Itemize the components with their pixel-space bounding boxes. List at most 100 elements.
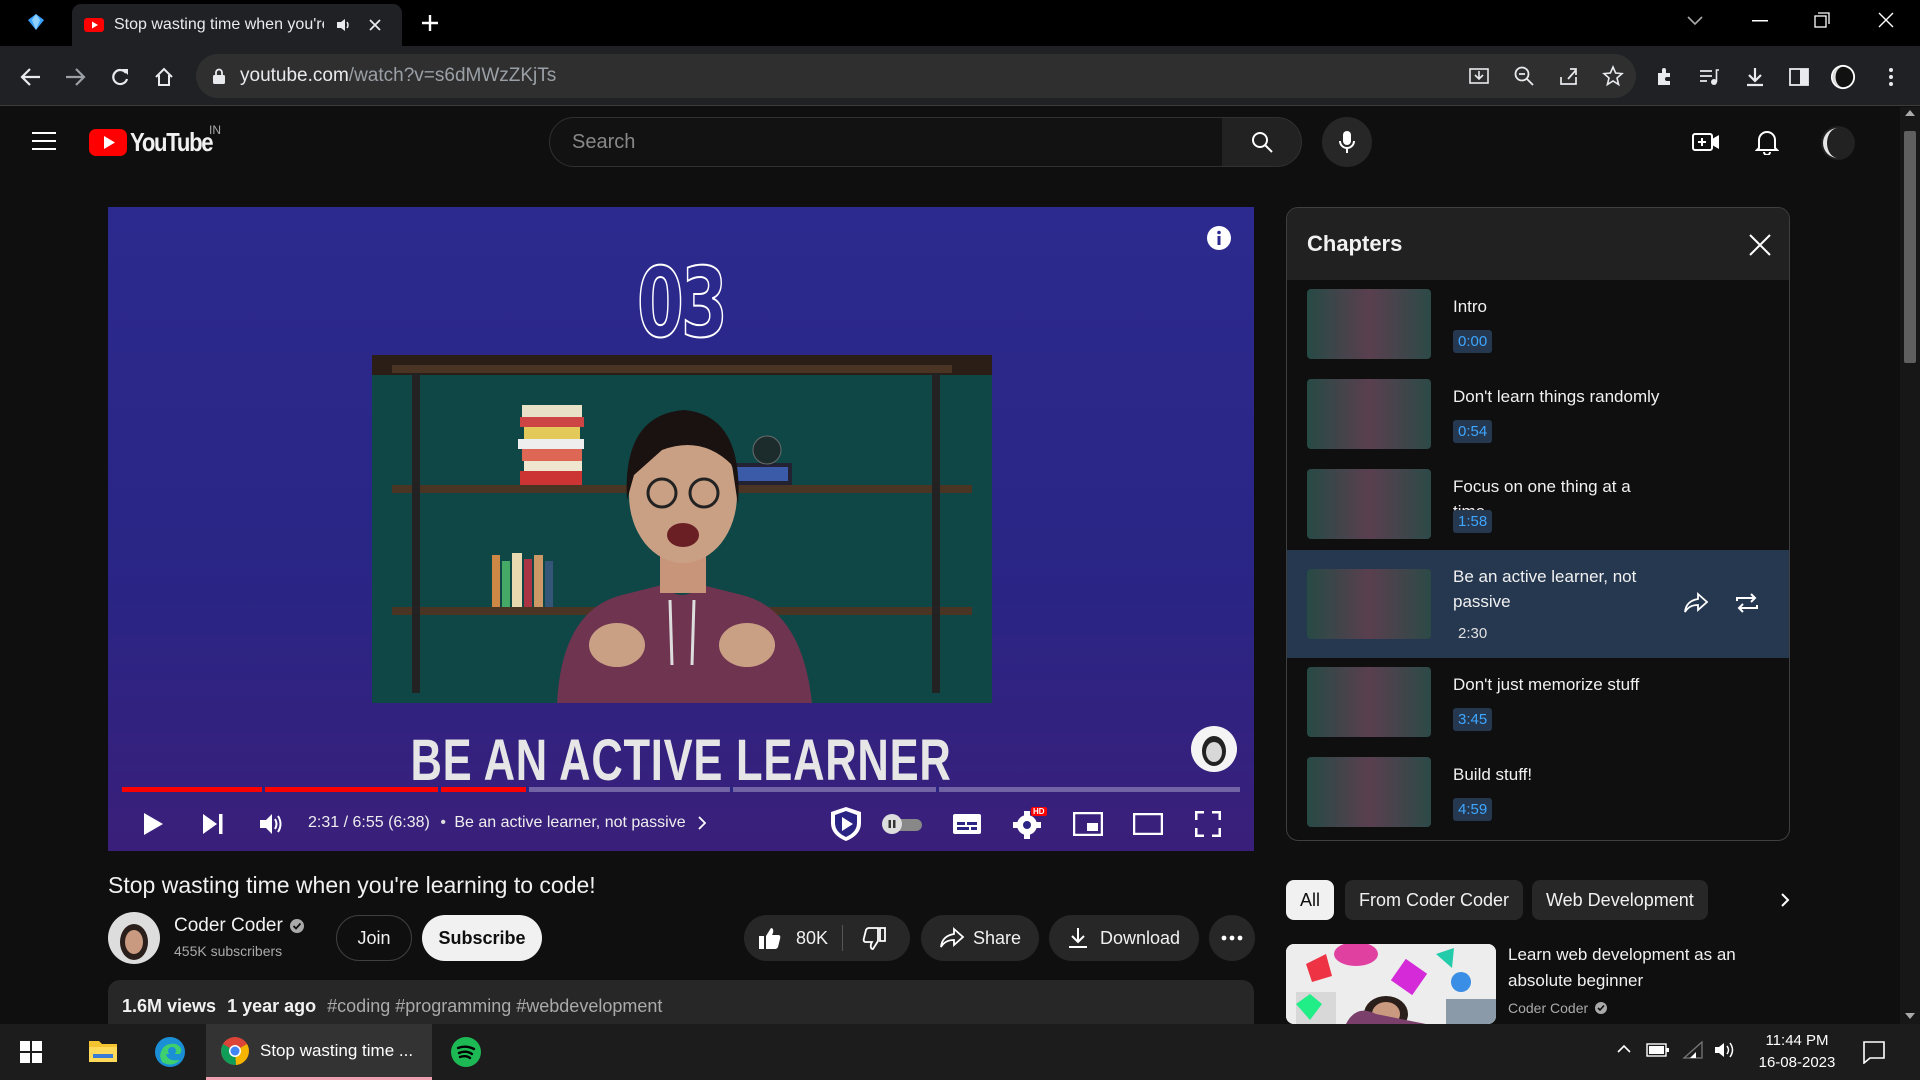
chapter-item-active[interactable]: Be an active learner, not passive 2:30 [1287,550,1789,658]
video-title: Stop wasting time when you're learning t… [108,872,596,898]
account-avatar[interactable] [1820,125,1856,161]
notifications-bell-icon[interactable] [1755,129,1779,155]
media-control-icon[interactable] [1696,64,1722,90]
chip-all[interactable]: All [1286,880,1335,920]
edge-browser-icon[interactable] [154,1036,186,1068]
side-panel-icon[interactable] [1786,64,1812,90]
theater-mode-button[interactable] [1131,807,1165,841]
channel-name[interactable]: Coder Coder [174,915,283,937]
tab-close-icon[interactable] [368,18,382,32]
battery-icon[interactable] [1646,1042,1670,1058]
share-button[interactable]: Share [921,915,1039,961]
install-app-icon[interactable] [1468,65,1490,87]
recommended-channel[interactable]: Coder Coder [1508,1000,1588,1016]
youtube-logo[interactable]: YouTube IN [89,123,227,158]
download-button[interactable]: Download [1049,915,1199,961]
like-button[interactable]: 80K [758,926,828,950]
subtitles-button[interactable] [950,807,984,841]
join-button[interactable]: Join [336,915,412,961]
current-chapter-label[interactable]: Be an active learner, not passive [454,814,685,831]
chevron-right-icon[interactable] [698,816,707,830]
miniplayer-button[interactable] [1071,807,1105,841]
recommended-thumbnail[interactable] [1286,944,1496,1024]
new-tab-button[interactable] [419,12,441,34]
share-chapter-icon[interactable] [1683,592,1709,614]
scroll-up-icon[interactable] [1904,109,1916,117]
chapter-item[interactable]: Focus on one thing at a time 1:58 [1287,460,1789,550]
subscribe-button[interactable]: Subscribe [422,915,542,961]
youtube-play-icon [89,129,127,156]
pinned-tab-icon[interactable] [26,12,46,32]
active-tab[interactable]: Stop wasting time when you're learning t… [72,4,402,46]
file-explorer-icon[interactable] [88,1038,118,1064]
window-close-icon[interactable] [1878,12,1894,28]
autoplay-toggle[interactable] [880,807,924,841]
search-input[interactable]: Search [549,117,1223,167]
voice-search-button[interactable] [1322,117,1372,167]
profile-avatar[interactable] [1830,64,1856,90]
chrome-menu-icon[interactable] [1878,64,1904,90]
chapters-panel: Chapters Intro 0:00 Don't learn things r… [1286,207,1790,841]
wifi-icon[interactable] [1682,1040,1704,1060]
spotify-icon[interactable] [450,1036,482,1068]
chips-next-button[interactable] [1720,880,1790,920]
chip-web-development[interactable]: Web Development [1532,880,1708,920]
hashtags[interactable]: #coding #programming #webdevelopment [327,996,662,1016]
notification-center-icon[interactable] [1862,1040,1886,1064]
home-icon[interactable] [151,64,177,90]
video-player[interactable]: 03 BE AN ACTIVE LEARNER 2:31 / 6:55 (6:3… [108,207,1254,851]
chip-from-channel[interactable]: From Coder Coder [1345,880,1524,920]
channel-watermark-avatar[interactable] [1190,725,1238,773]
tab-search-icon[interactable] [1686,14,1704,28]
chapter-item[interactable]: Don't just memorize stuff 3:45 [1287,658,1789,748]
settings-button[interactable]: HD [1011,807,1047,841]
view-count: 1.6M views [122,996,217,1016]
microphone-icon [1339,131,1355,153]
back-icon[interactable] [18,64,44,90]
chapter-item[interactable]: Build stuff! 4:59 [1287,748,1789,838]
chapter-item[interactable]: Intro 0:00 [1287,280,1789,370]
search-button[interactable] [1222,117,1302,167]
upload-age: 1 year ago [227,996,317,1016]
extensions-icon[interactable] [1652,64,1678,90]
skip-next-icon [203,814,223,834]
hamburger-menu-icon[interactable] [32,131,56,151]
zoom-icon[interactable] [1513,65,1535,87]
dislike-button[interactable] [862,927,886,951]
more-actions-button[interactable] [1209,915,1255,961]
adblock-shield-icon[interactable] [826,807,866,841]
bookmark-star-icon[interactable] [1602,65,1624,87]
address-bar[interactable]: youtube.com/watch?v=s6dMWzZKjTs [196,54,1636,98]
thumbs-up-icon [759,928,781,949]
scrollbar-thumb[interactable] [1904,131,1916,363]
progress-bar[interactable] [122,787,1240,792]
forward-icon[interactable] [62,64,88,90]
reload-icon[interactable] [107,64,133,90]
lock-icon[interactable] [212,68,226,84]
chapter-item[interactable]: Don't learn things randomly 0:54 [1287,370,1789,460]
channel-avatar[interactable] [108,912,160,964]
windows-start-icon[interactable] [20,1041,42,1063]
close-icon[interactable] [1749,234,1771,256]
chapter-thumbnail [1307,667,1431,737]
play-button[interactable] [136,807,170,841]
taskbar-chrome-window[interactable]: Stop wasting time ... [206,1024,432,1080]
tab-audio-icon[interactable] [336,18,352,32]
next-button[interactable] [196,807,230,841]
fullscreen-button[interactable] [1191,807,1225,841]
minimize-icon[interactable] [1752,20,1768,24]
recommended-title[interactable]: Learn web development as an absolute beg… [1508,942,1778,994]
create-video-icon[interactable] [1692,131,1720,153]
taskbar-clock[interactable]: 11:44 PM 16-08-2023 [1752,1030,1842,1074]
description-box[interactable]: 1.6M views 1 year ago #coding #programmi… [108,980,1254,1024]
downloads-icon[interactable] [1742,64,1768,90]
volume-button[interactable] [255,807,289,841]
speaker-icon[interactable] [1714,1040,1736,1060]
page-scrollbar[interactable] [1900,107,1920,1024]
info-icon[interactable] [1206,225,1232,251]
scroll-down-icon[interactable] [1904,1012,1916,1020]
loop-chapter-icon[interactable] [1733,592,1761,614]
tray-overflow-icon[interactable] [1616,1044,1632,1054]
share-page-icon[interactable] [1558,65,1580,87]
restore-icon[interactable] [1814,12,1830,28]
